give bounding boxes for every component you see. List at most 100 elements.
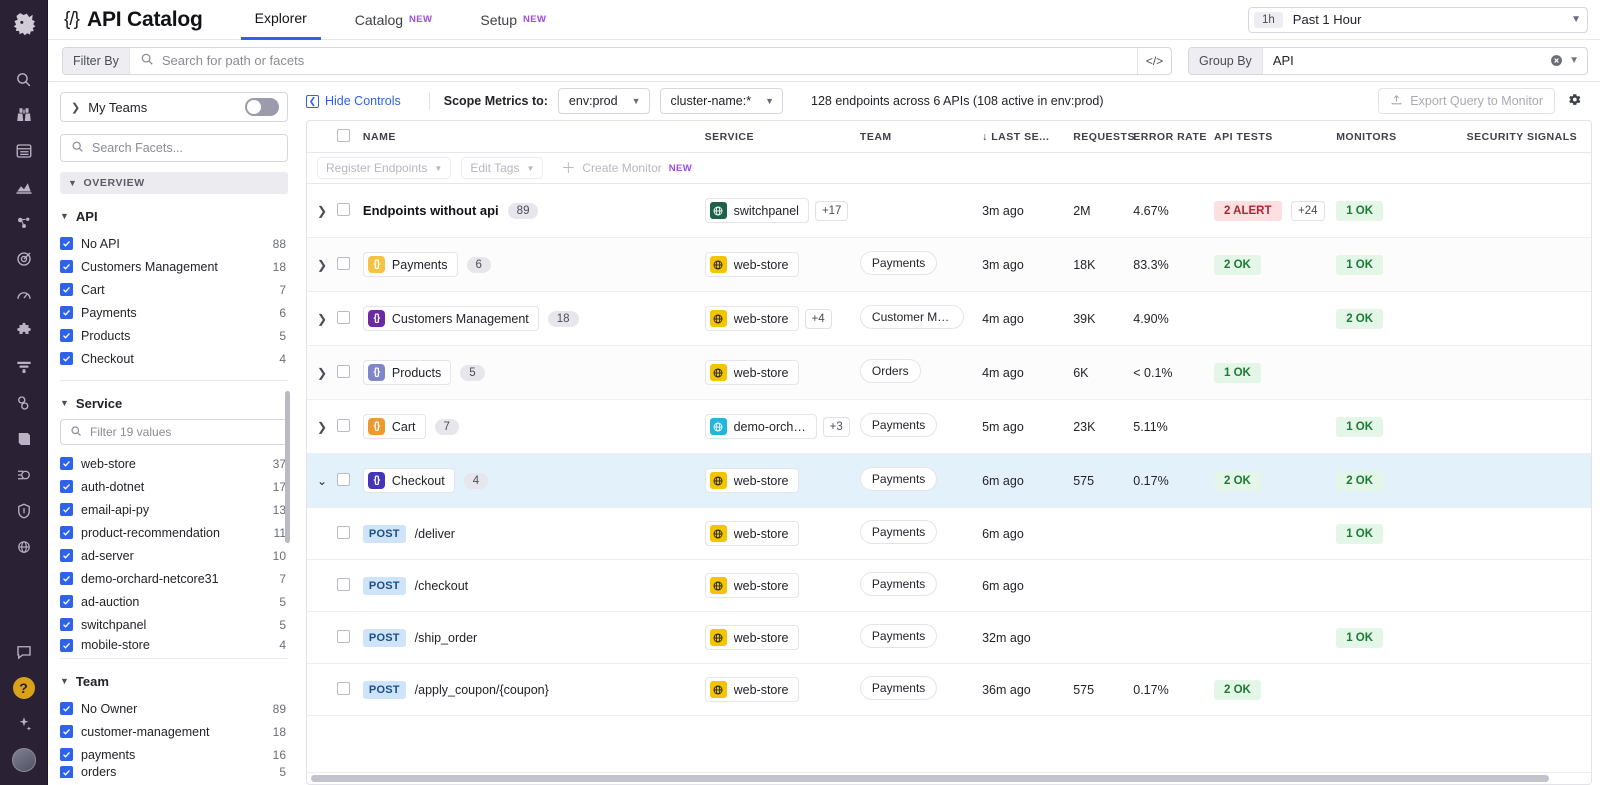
workflow-icon[interactable] — [4, 458, 44, 492]
row-expand-cell[interactable]: ❯ — [307, 292, 334, 346]
facet-item[interactable]: customer-management 18 — [60, 720, 288, 743]
api-tests-ok-badge[interactable]: 2 OK — [1214, 680, 1261, 700]
endpoint-path[interactable]: /apply_coupon/{coupon} — [415, 683, 549, 697]
row-select-cell[interactable] — [334, 560, 363, 612]
facet-search-input[interactable]: Search Facets... — [60, 134, 288, 162]
endpoint-path[interactable]: /deliver — [415, 527, 455, 541]
facet-item[interactable]: Customers Management 18 — [60, 255, 288, 278]
api-chip[interactable]: {} Customers Management — [363, 306, 539, 331]
api-chip[interactable]: {} Products — [363, 360, 451, 385]
search-icon[interactable] — [4, 62, 44, 96]
table-row[interactable]: POST /ship_order web-store — [307, 612, 1591, 664]
monitors-ok-badge[interactable]: 1 OK — [1336, 255, 1383, 275]
team-chip[interactable]: Payments — [860, 413, 937, 437]
row-select-cell[interactable] — [334, 508, 363, 560]
monitors-ok-badge[interactable]: 2 OK — [1336, 471, 1383, 491]
api-tests-ok-badge[interactable]: 2 OK — [1214, 471, 1261, 491]
export-query-to-monitor-button[interactable]: Export Query to Monitor — [1378, 88, 1555, 114]
row-select-cell[interactable] — [334, 184, 363, 238]
facet-item[interactable]: mobile-store 4 — [60, 636, 288, 654]
facet-item[interactable]: ad-auction 5 — [60, 590, 288, 613]
service-chip[interactable]: web-store — [705, 677, 799, 702]
col-header-api-tests[interactable]: API TESTS — [1214, 121, 1336, 153]
row-checkbox[interactable] — [337, 578, 350, 591]
monitors-ok-badge[interactable]: 1 OK — [1336, 201, 1383, 221]
facet-item[interactable]: orders 5 — [60, 766, 288, 778]
col-header-error-rate[interactable]: ERROR RATE — [1133, 121, 1214, 153]
sparkle-ai-icon[interactable] — [4, 707, 44, 741]
overview-section-header[interactable]: ▼ OVERVIEW — [60, 172, 288, 194]
service-map-icon[interactable] — [4, 206, 44, 240]
help-button[interactable]: ? — [4, 671, 44, 705]
table-row[interactable]: ❯ {} Products 5 — [307, 346, 1591, 400]
binoculars-icon[interactable] — [4, 98, 44, 132]
facet-item[interactable]: Products 5 — [60, 324, 288, 347]
row-checkbox[interactable] — [337, 257, 350, 270]
chevron-right-icon[interactable]: ❯ — [307, 258, 327, 272]
api-chip[interactable]: {} Payments — [363, 252, 458, 277]
table-row[interactable]: ⌄ {} Checkout 4 — [307, 454, 1591, 508]
checkbox-checked-icon[interactable] — [60, 766, 73, 778]
facet-item[interactable]: Cart 7 — [60, 278, 288, 301]
checkbox-checked-icon[interactable] — [60, 457, 73, 470]
checkbox-checked-icon[interactable] — [60, 480, 73, 493]
endpoint-path[interactable]: /ship_order — [415, 631, 478, 645]
team-chip[interactable]: Customer Man... — [860, 305, 964, 329]
api-chip[interactable]: {} Checkout — [363, 468, 455, 493]
facet-item[interactable]: No Owner 89 — [60, 697, 288, 720]
facet-group-service-header[interactable]: ▼ Service — [60, 391, 288, 415]
logs-book-icon[interactable] — [4, 422, 44, 456]
table-row[interactable]: ❯ {} Customers Management 18 — [307, 292, 1591, 346]
monitors-ok-badge[interactable]: 1 OK — [1336, 628, 1383, 648]
row-select-cell[interactable] — [334, 664, 363, 716]
facet-service-filter-input[interactable]: Filter 19 values — [60, 419, 288, 445]
monitors-ok-badge[interactable]: 1 OK — [1336, 524, 1383, 544]
hide-controls-button[interactable]: ❮ Hide Controls — [306, 94, 415, 108]
row-expand-cell[interactable]: ❯ — [307, 400, 334, 454]
facet-item[interactable]: web-store 37 — [60, 452, 288, 475]
row-select-cell[interactable] — [334, 346, 363, 400]
dashboard-list-icon[interactable] — [4, 134, 44, 168]
tab-explorer[interactable]: Explorer — [241, 0, 321, 40]
facet-item[interactable]: auth-dotnet 17 — [60, 475, 288, 498]
service-overflow-badge[interactable]: +17 — [815, 201, 849, 221]
my-teams-row[interactable]: ❯ My Teams — [60, 92, 288, 122]
table-row[interactable]: POST /apply_coupon/{coupon} web-store — [307, 664, 1591, 716]
facet-item[interactable]: demo-orchard-netcore31 7 — [60, 567, 288, 590]
api-tests-ok-badge[interactable]: 2 OK — [1214, 255, 1261, 275]
col-header-monitors[interactable]: MONITORS — [1336, 121, 1466, 153]
api-tests-alert-badge[interactable]: 2 ALERT — [1214, 201, 1282, 221]
service-overflow-badge[interactable]: +3 — [823, 417, 850, 437]
my-teams-toggle[interactable] — [245, 98, 279, 116]
metrics-chart-icon[interactable] — [4, 170, 44, 204]
service-chip[interactable]: switchpanel — [705, 198, 809, 223]
table-row[interactable]: ❯ {} Payments 6 — [307, 238, 1591, 292]
create-monitor-button[interactable]: ＋ Create Monitor NEW — [553, 157, 700, 179]
select-all-checkbox[interactable] — [337, 129, 350, 142]
row-select-cell[interactable] — [334, 238, 363, 292]
service-chip[interactable]: web-store — [705, 252, 799, 277]
col-header-name[interactable]: NAME — [363, 121, 705, 153]
row-expand-cell[interactable]: ❯ — [307, 184, 334, 238]
edit-tags-button[interactable]: Edit Tags ▼ — [461, 157, 543, 179]
facet-item[interactable]: ad-server 10 — [60, 544, 288, 567]
facet-item[interactable]: product-recommendation 11 — [60, 521, 288, 544]
table-row[interactable]: ❯ Endpoints without api 89 — [307, 184, 1591, 238]
row-checkbox[interactable] — [337, 203, 350, 216]
apm-icon[interactable] — [4, 350, 44, 384]
checkbox-checked-icon[interactable] — [60, 639, 73, 652]
facet-item[interactable]: switchpanel 5 — [60, 613, 288, 636]
group-by-chevron-down-icon[interactable]: ▼ — [1569, 48, 1587, 74]
service-chip[interactable]: web-store — [705, 625, 799, 650]
row-checkbox[interactable] — [337, 419, 350, 432]
table-row[interactable]: POST /checkout web-store — [307, 560, 1591, 612]
api-tests-overflow-badge[interactable]: +24 — [1291, 201, 1325, 221]
scope-select-env[interactable]: env:prod ▼ — [558, 88, 650, 114]
scrollbar-thumb[interactable] — [311, 775, 1549, 782]
checkbox-checked-icon[interactable] — [60, 595, 73, 608]
col-header-last-seen[interactable]: ↓ LAST SE... — [982, 121, 1073, 153]
tab-catalog[interactable]: Catalog NEW — [341, 0, 447, 40]
time-range-picker[interactable]: 1h Past 1 Hour ▼ — [1248, 7, 1588, 33]
scope-select-cluster[interactable]: cluster-name:* ▼ — [660, 88, 784, 114]
checkbox-checked-icon[interactable] — [60, 503, 73, 516]
